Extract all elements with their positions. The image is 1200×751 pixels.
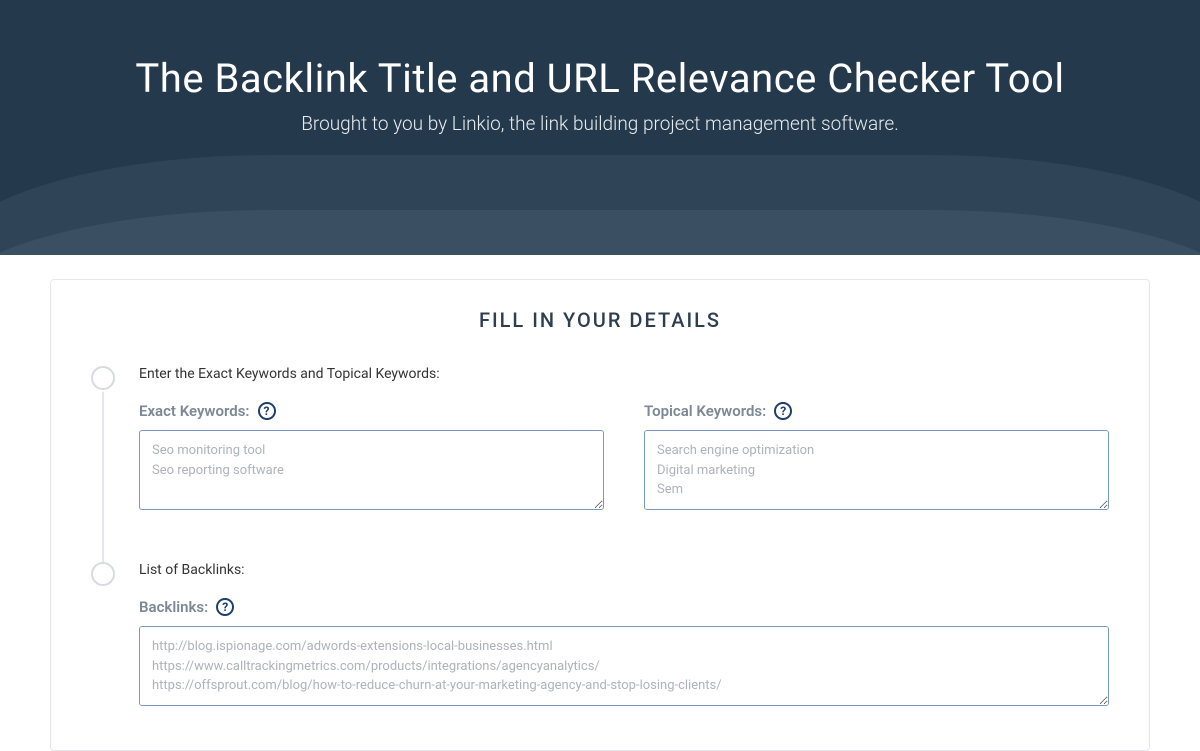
main-container: FILL IN YOUR DETAILS Enter the Exact Key…: [50, 255, 1150, 751]
topical-keywords-group: Topical Keywords: ?: [644, 402, 1109, 514]
form-card: FILL IN YOUR DETAILS Enter the Exact Key…: [50, 279, 1150, 751]
exact-keywords-input[interactable]: [139, 430, 604, 510]
help-icon[interactable]: ?: [258, 402, 276, 420]
topical-keywords-input[interactable]: [644, 430, 1109, 510]
card-title: FILL IN YOUR DETAILS: [91, 308, 1109, 332]
page-subtitle: Brought to you by Linkio, the link build…: [20, 112, 1180, 135]
step-indicator-icon: [91, 366, 115, 390]
step-keywords-label: Enter the Exact Keywords and Topical Key…: [139, 366, 1109, 382]
help-icon[interactable]: ?: [774, 402, 792, 420]
step-keywords: Enter the Exact Keywords and Topical Key…: [91, 366, 1109, 514]
step-connector: [102, 392, 104, 568]
step-indicator-icon: [91, 562, 115, 586]
exact-keywords-label: Exact Keywords:: [139, 402, 250, 420]
wave-decoration: [0, 210, 1200, 255]
step-backlinks: List of Backlinks: Backlinks: ?: [91, 562, 1109, 710]
step-backlinks-label: List of Backlinks:: [139, 562, 1109, 578]
topical-keywords-label: Topical Keywords:: [644, 402, 766, 420]
exact-keywords-group: Exact Keywords: ?: [139, 402, 604, 514]
help-icon[interactable]: ?: [216, 598, 234, 616]
page-title: The Backlink Title and URL Relevance Che…: [20, 55, 1180, 102]
backlinks-input[interactable]: [139, 626, 1109, 706]
hero-banner: The Backlink Title and URL Relevance Che…: [0, 0, 1200, 255]
backlinks-label: Backlinks:: [139, 598, 208, 616]
